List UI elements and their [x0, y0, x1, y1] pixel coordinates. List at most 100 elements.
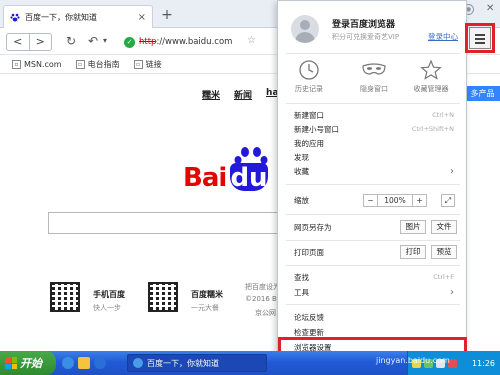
- menu-item-label: 检查更新: [294, 328, 324, 337]
- shortcut-text: Ctrl+Shift+N: [411, 125, 454, 133]
- star-icon: [420, 59, 442, 80]
- fullscreen-icon[interactable]: ⤢: [441, 194, 455, 207]
- login-title[interactable]: 登录百度浏览器: [332, 17, 395, 30]
- menu-my-apps[interactable]: 我的应用: [294, 137, 462, 150]
- refresh-icon[interactable]: ↻: [66, 34, 76, 48]
- menu-find[interactable]: 查找 Ctrl+F: [294, 271, 462, 284]
- bookmark-item[interactable]: ▫ MSN.com: [12, 59, 62, 69]
- menu-item-label: 查找: [294, 273, 309, 282]
- start-button[interactable]: 开始: [0, 351, 56, 375]
- forward-button[interactable]: >: [28, 34, 52, 50]
- menu-divider: [286, 265, 460, 266]
- zoom-level: 100%: [377, 195, 413, 206]
- qr-left-subtitle: 快人一步: [93, 304, 121, 312]
- menu-new-alt-window[interactable]: 新建小号窗口 Ctrl+Shift+N: [294, 123, 462, 136]
- history-label: 历史记录: [295, 85, 323, 93]
- windows-flag-icon: [5, 357, 17, 369]
- bookmark-manager-label: 收藏管理器: [413, 85, 449, 93]
- menu-item-label: 打印页面: [294, 248, 324, 257]
- back-forward-group: < >: [6, 33, 52, 51]
- window-close-icon[interactable]: ✕: [486, 3, 494, 14]
- baidu-browser-icon[interactable]: [94, 357, 106, 369]
- menu-divider: [286, 103, 460, 104]
- footer-icp[interactable]: 京公网: [255, 308, 276, 318]
- menu-item-label: 工具: [294, 288, 309, 297]
- bookmark-star-icon[interactable]: ☆: [247, 35, 256, 46]
- search-input[interactable]: [48, 212, 283, 234]
- history-button[interactable]: 历史记录: [284, 59, 334, 94]
- page-icon: ▫: [12, 59, 21, 69]
- ie-icon[interactable]: [62, 357, 74, 369]
- menu-divider: [286, 214, 460, 215]
- bookmark-label: 电台指南: [87, 59, 120, 69]
- menu-item-label: 新建窗口: [294, 111, 324, 120]
- page-icon: ▫: [75, 59, 85, 69]
- menu-tools[interactable]: 工具 ›: [294, 286, 462, 299]
- top-nav-links: 糯米 新闻 hao: [202, 88, 285, 101]
- zoom-in-button[interactable]: +: [413, 195, 426, 206]
- more-products-button[interactable]: 多产品: [465, 86, 500, 101]
- bookmark-manager-button[interactable]: 收藏管理器: [406, 59, 456, 94]
- undo-dropdown-icon[interactable]: ▾: [103, 34, 107, 48]
- print-button[interactable]: 打印: [400, 245, 426, 259]
- taskbar-window-button[interactable]: 百度一下，你就知道: [127, 354, 267, 372]
- footer-set-homepage[interactable]: 把百度设为: [245, 282, 280, 292]
- browser-icon: [133, 358, 143, 368]
- browser-main-menu: 登录百度浏览器 积分可兑换爱奇艺VIP 登录中心 历史记录 隐身窗口 收藏管理器…: [277, 0, 467, 357]
- menu-divider: [286, 240, 460, 241]
- qr-code-mobile-baidu: [50, 282, 80, 312]
- undo-icon[interactable]: ↶: [88, 34, 98, 48]
- incognito-window-button[interactable]: 隐身窗口: [349, 59, 399, 94]
- menu-new-window[interactable]: 新建窗口 Ctrl+N: [294, 109, 462, 122]
- qr-code-nuomi: [148, 282, 178, 312]
- link-nuomi[interactable]: 糯米: [202, 88, 220, 101]
- zoom-out-button[interactable]: −: [364, 195, 377, 206]
- baidu-logo: Bai du: [183, 145, 283, 195]
- menu-item-label: 收藏: [294, 167, 309, 176]
- chevron-right-icon: ›: [450, 166, 454, 177]
- link-news[interactable]: 新闻: [234, 88, 252, 101]
- bookmark-label: 链接: [145, 59, 162, 69]
- security-shield-icon: ✓: [124, 36, 135, 48]
- menu-discover[interactable]: 发现: [294, 151, 462, 164]
- menu-item-label: 论坛反馈: [294, 313, 324, 322]
- bookmark-item[interactable]: ▫ 链接: [133, 59, 162, 70]
- back-button[interactable]: <: [7, 34, 29, 50]
- browser-tab[interactable]: 百度一下，你就知道 ×: [3, 5, 153, 28]
- tab-close-icon[interactable]: ×: [138, 12, 146, 23]
- save-file-button[interactable]: 文件: [431, 220, 457, 234]
- menu-item-label: 发现: [294, 153, 309, 162]
- incognito-label: 隐身窗口: [360, 85, 388, 93]
- menu-divider: [286, 304, 460, 305]
- menu-forum-feedback[interactable]: 论坛反馈: [294, 311, 462, 324]
- menu-item-label: 网页另存为: [294, 223, 332, 232]
- qr-left-title: 手机百度: [93, 290, 125, 299]
- qr-right-title: 百度糯米: [191, 290, 223, 299]
- menu-divider: [286, 53, 460, 54]
- bookmark-label: MSN.com: [24, 59, 62, 69]
- menu-divider: [286, 184, 460, 185]
- baidu-paw-icon: [10, 12, 20, 22]
- paw-icon: [234, 147, 268, 164]
- menu-favorites[interactable]: 收藏 ›: [294, 165, 462, 178]
- mask-icon: [362, 63, 386, 75]
- print-preview-button[interactable]: 预览: [431, 245, 457, 259]
- clock-icon: [299, 60, 319, 80]
- bookmark-item[interactable]: ▫ 电台指南: [75, 59, 120, 70]
- start-label: 开始: [20, 357, 42, 370]
- watermark-text: jingyan.baidu.com: [376, 356, 450, 365]
- folder-icon[interactable]: [78, 357, 90, 369]
- menu-item-label: 缩放: [294, 196, 309, 205]
- save-image-button[interactable]: 图片: [400, 220, 426, 234]
- new-tab-button[interactable]: +: [158, 7, 176, 23]
- hamburger-highlight-box: [465, 23, 495, 53]
- avatar[interactable]: [291, 15, 319, 43]
- url-text[interactable]: http://www.baidu.com: [139, 37, 232, 47]
- shortcut-text: Ctrl+F: [433, 273, 454, 281]
- login-center-link[interactable]: 登录中心: [428, 31, 458, 42]
- tab-title: 百度一下，你就知道: [25, 12, 97, 22]
- logo-bai-text: Bai: [183, 163, 227, 193]
- zoom-control: − 100% +: [363, 194, 427, 207]
- login-subtitle: 积分可兑换爱奇艺VIP: [332, 33, 400, 41]
- menu-item-label: 我的应用: [294, 139, 324, 148]
